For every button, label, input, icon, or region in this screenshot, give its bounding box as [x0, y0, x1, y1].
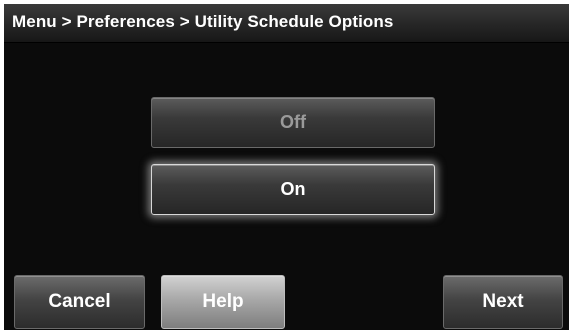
help-button[interactable]: Help — [161, 275, 285, 329]
option-off-button[interactable]: Off — [151, 97, 435, 148]
cancel-label: Cancel — [48, 291, 111, 312]
option-on-label: On — [280, 179, 306, 199]
next-button[interactable]: Next — [443, 275, 563, 329]
title-bar: Menu > Preferences > Utility Schedule Op… — [4, 4, 569, 43]
thermostat-screen: Menu > Preferences > Utility Schedule Op… — [4, 4, 569, 330]
option-off-label: Off — [280, 112, 306, 132]
cancel-button[interactable]: Cancel — [14, 275, 145, 329]
option-on-button[interactable]: On — [151, 164, 435, 215]
help-label: Help — [202, 291, 244, 312]
next-label: Next — [482, 291, 524, 312]
breadcrumb: Menu > Preferences > Utility Schedule Op… — [12, 12, 394, 31]
